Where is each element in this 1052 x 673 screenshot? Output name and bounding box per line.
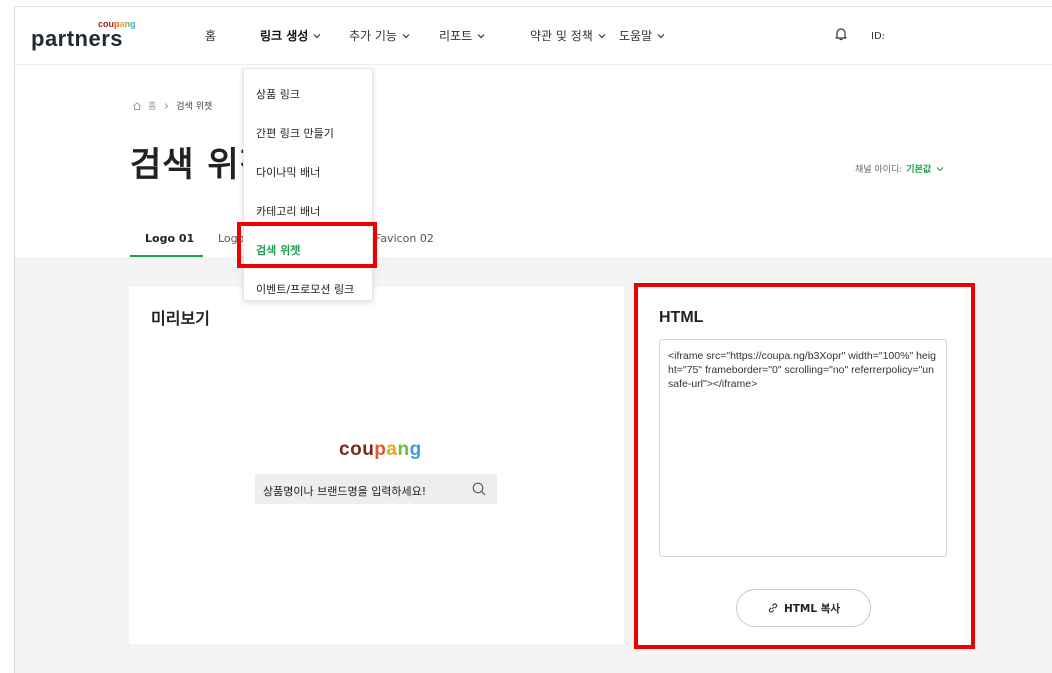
coupang-widget-logo: coupang [339, 439, 422, 460]
tab-favicon-02[interactable]: Favicon 02 [375, 232, 434, 245]
link-icon [768, 603, 778, 613]
nav-item-home[interactable]: 홈 [205, 27, 216, 44]
widget-search-placeholder: 상품명이나 브랜드명을 입력하세요! [263, 485, 427, 498]
logo-text: partners [31, 26, 124, 51]
chevron-down-icon [477, 33, 485, 38]
menu-item-category-banner[interactable]: 카테고리 배너 [256, 203, 320, 219]
nav-label: 도움말 [619, 29, 653, 43]
menu-item-event-promotion-link[interactable]: 이벤트/프로모션 링크 [256, 281, 354, 297]
menu-item-search-widget[interactable]: 검색 위젯 [256, 242, 300, 258]
html-code-textarea[interactable]: <iframe src="https://coupa.ng/b3Xopr" wi… [659, 339, 947, 557]
menu-item-product-link[interactable]: 상품 링크 [256, 86, 300, 102]
chevron-down-icon [936, 166, 944, 171]
menu-item-quick-link[interactable]: 간편 링크 만들기 [256, 125, 334, 141]
nav-label: 링크 생성 [260, 29, 309, 43]
breadcrumb-home[interactable]: 홈 [148, 99, 156, 112]
nav-item-help[interactable]: 도움말 [619, 27, 666, 44]
nav-item-report[interactable]: 리포트 [439, 27, 486, 44]
tab-logo-01[interactable]: Logo 01 [145, 232, 194, 245]
widget-search-box[interactable]: 상품명이나 브랜드명을 입력하세요! [255, 474, 497, 504]
nav-item-link-create[interactable]: 링크 생성 [260, 27, 322, 44]
chevron-down-icon [402, 33, 410, 38]
home-icon[interactable] [132, 101, 142, 111]
breadcrumb: 홈 검색 위젯 [132, 99, 212, 112]
nav-label: 리포트 [439, 29, 473, 43]
nav-item-extra-features[interactable]: 추가 기능 [349, 27, 411, 44]
copy-html-label: HTML 복사 [783, 602, 841, 615]
chevron-down-icon [657, 33, 665, 38]
channel-id-label: 채널 아이디: [855, 165, 903, 175]
menu-item-dynamic-banner[interactable]: 다이나믹 배너 [256, 164, 320, 180]
bell-icon[interactable] [833, 26, 849, 42]
nav-label: 약관 및 정책 [530, 29, 593, 43]
chevron-right-icon [164, 102, 169, 109]
preview-title: 미리보기 [151, 309, 210, 328]
nav-item-terms-policy[interactable]: 약관 및 정책 [530, 27, 607, 44]
channel-id-selector[interactable]: 채널 아이디: 기본값 [855, 162, 945, 175]
chevron-down-icon [313, 33, 321, 38]
channel-id-value: 기본값 [906, 165, 932, 175]
nav-label: 홈 [205, 29, 217, 43]
html-title: HTML [659, 309, 704, 326]
search-icon[interactable] [471, 481, 487, 497]
breadcrumb-current: 검색 위젯 [176, 102, 213, 112]
html-code-card: HTML <iframe src="https://coupa.ng/b3Xop… [635, 287, 973, 644]
preview-card: 미리보기 coupang 상품명이나 브랜드명을 입력하세요! [129, 287, 624, 644]
nav-label: 추가 기능 [349, 29, 397, 43]
copy-html-button[interactable]: HTML 복사 [736, 589, 871, 627]
top-header: coupang partners 홈 링크 생성 추가 기능 리포트 약관 및 … [15, 7, 1052, 65]
link-create-dropdown: 상품 링크 간편 링크 만들기 다이나믹 배너 카테고리 배너 검색 위젯 이벤… [243, 68, 373, 301]
chevron-down-icon [598, 33, 606, 38]
user-id-label: ID: [871, 31, 886, 42]
browser-frame: coupang partners 홈 링크 생성 추가 기능 리포트 약관 및 … [14, 6, 1052, 673]
